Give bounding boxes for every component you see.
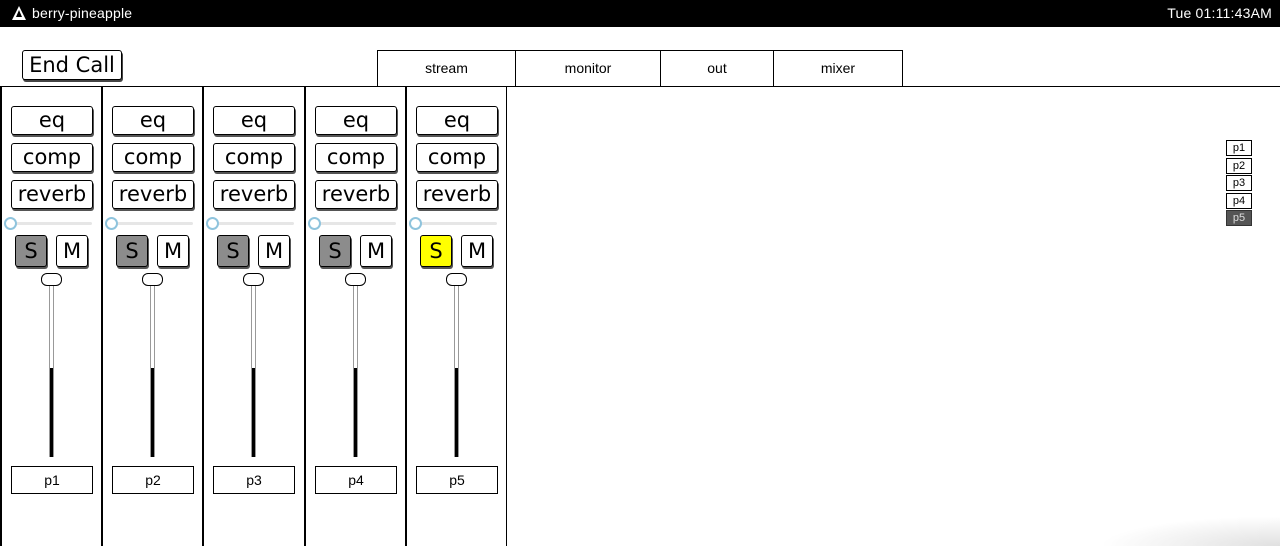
pan-slider[interactable] (14, 222, 92, 225)
legend-item-p4[interactable]: p4 (1226, 192, 1252, 209)
top-bar: berry-pineapple Tue 01:11:43AM (0, 0, 1280, 27)
tab-stream[interactable]: stream (377, 50, 516, 87)
fader-level (50, 368, 53, 457)
pan-knob[interactable] (206, 217, 219, 230)
mute-button[interactable]: M (461, 235, 493, 267)
solo-button[interactable]: S (217, 235, 249, 267)
clock: Tue 01:11:43AM (1167, 5, 1272, 21)
solo-button[interactable]: S (420, 235, 452, 267)
eq-button[interactable]: eq (11, 106, 93, 135)
comp-button[interactable]: comp (112, 143, 194, 172)
channel-legend: p1 p2 p3 p4 p5 (1226, 140, 1252, 228)
fader-level (455, 368, 458, 457)
solo-button[interactable]: S (116, 235, 148, 267)
fader-level (252, 368, 255, 457)
fader-handle[interactable] (345, 273, 366, 286)
tab-mixer[interactable]: mixer (774, 50, 903, 87)
pan-slider[interactable] (419, 222, 497, 225)
reverb-button[interactable]: reverb (112, 180, 194, 209)
eq-button[interactable]: eq (315, 106, 397, 135)
host-name: berry-pineapple (32, 5, 133, 21)
channel-strip: eq comp reverb S M p4 (304, 87, 406, 546)
end-call-button[interactable]: End Call (22, 50, 122, 80)
comp-button[interactable]: comp (213, 143, 295, 172)
channel-strip: eq comp reverb S M p2 (101, 87, 203, 546)
channel-strip: eq comp reverb S M p5 (405, 87, 507, 546)
eq-button[interactable]: eq (112, 106, 194, 135)
fader-handle[interactable] (142, 273, 163, 286)
mute-button[interactable]: M (157, 235, 189, 267)
pan-slider[interactable] (216, 222, 294, 225)
eq-button[interactable]: eq (416, 106, 498, 135)
comp-button[interactable]: comp (11, 143, 93, 172)
channel-name: p1 (11, 466, 93, 494)
cone-icon (12, 6, 26, 20)
tab-monitor[interactable]: monitor (516, 50, 661, 87)
mute-button[interactable]: M (360, 235, 392, 267)
solo-button[interactable]: S (15, 235, 47, 267)
legend-item-p5[interactable]: p5 (1226, 210, 1252, 226)
pan-knob[interactable] (105, 217, 118, 230)
solo-button[interactable]: S (319, 235, 351, 267)
eq-button[interactable]: eq (213, 106, 295, 135)
pan-knob[interactable] (308, 217, 321, 230)
pan-knob[interactable] (409, 217, 422, 230)
legend-item-p2[interactable]: p2 (1226, 157, 1252, 174)
comp-button[interactable]: comp (315, 143, 397, 172)
corner-shadow (1100, 516, 1280, 546)
fader-handle[interactable] (41, 273, 62, 286)
legend-item-p1[interactable]: p1 (1226, 140, 1252, 156)
pan-slider[interactable] (115, 222, 193, 225)
reverb-button[interactable]: reverb (213, 180, 295, 209)
channel-name: p4 (315, 466, 397, 494)
channel-strip: eq comp reverb S M p3 (202, 87, 304, 546)
pan-knob[interactable] (4, 217, 17, 230)
channel-strip: eq comp reverb S M p1 (0, 87, 102, 546)
fader-handle[interactable] (446, 273, 467, 286)
fader-handle[interactable] (243, 273, 264, 286)
reverb-button[interactable]: reverb (11, 180, 93, 209)
mute-button[interactable]: M (258, 235, 290, 267)
legend-item-p3[interactable]: p3 (1226, 175, 1252, 191)
fader-level (354, 368, 357, 457)
fader-level (151, 368, 154, 457)
mute-button[interactable]: M (56, 235, 88, 267)
channel-name: p5 (416, 466, 498, 494)
reverb-button[interactable]: reverb (416, 180, 498, 209)
pan-slider[interactable] (318, 222, 396, 225)
tab-bar: stream monitor out mixer (377, 50, 903, 87)
channel-name: p3 (213, 466, 295, 494)
channel-name: p2 (112, 466, 194, 494)
comp-button[interactable]: comp (416, 143, 498, 172)
reverb-button[interactable]: reverb (315, 180, 397, 209)
tab-out[interactable]: out (661, 50, 774, 87)
